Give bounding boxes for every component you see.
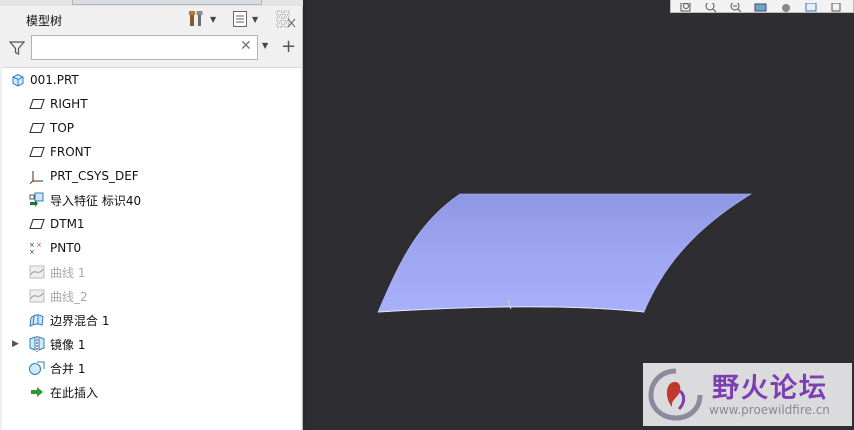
layers-icon[interactable]: [829, 3, 843, 12]
saved-views-icon[interactable]: [804, 3, 818, 12]
datum-plane-icon: [28, 119, 46, 137]
svg-text:×: ×: [36, 241, 42, 249]
curve-icon: [28, 263, 46, 281]
forum-watermark: 野火论坛 www.proewildfire.cn: [643, 363, 852, 426]
tree-item-label: FRONT: [50, 145, 91, 159]
datum-plane-icon: [28, 95, 46, 113]
filter-icon[interactable]: [8, 40, 26, 59]
chevron-down-icon: ▼: [210, 14, 217, 24]
repaint-icon[interactable]: [754, 3, 768, 12]
tree-item[interactable]: FRONT: [2, 140, 301, 164]
datum-point-icon: × × ×: [28, 239, 46, 257]
tree-item-label: 在此插入: [50, 385, 99, 400]
import-feature-icon: [28, 191, 46, 209]
tree-item-label: 001.PRT: [30, 73, 79, 87]
tree-item[interactable]: × × × PNT0: [2, 236, 301, 260]
tree-item[interactable]: 在此插入: [2, 380, 301, 404]
tree-item-label: TOP: [50, 121, 75, 135]
tree-item[interactable]: 001.PRT: [2, 68, 301, 92]
curve-icon: [28, 287, 46, 305]
display-style-icon[interactable]: [779, 3, 793, 12]
tree-item-label: 曲线_2: [50, 289, 88, 304]
tree-item[interactable]: RIGHT: [2, 92, 301, 116]
watermark-url: www.proewildfire.cn: [709, 403, 830, 417]
mirror-icon: [28, 335, 46, 353]
view-toolbar: [670, 0, 854, 13]
tree-item[interactable]: TOP: [2, 116, 301, 140]
tree-filter-grid-button[interactable]: [276, 10, 296, 28]
datum-plane-icon: [28, 143, 46, 161]
tree-item-label: 镜像 1: [50, 337, 86, 352]
tree-columns-icon: [276, 10, 296, 28]
list-document-icon: [233, 11, 247, 27]
forum-logo-icon: [648, 368, 703, 421]
refit-icon[interactable]: [679, 3, 693, 12]
model-tree-header: 模型树 ▼ ▼: [0, 6, 303, 32]
tools-icon: [189, 11, 203, 26]
csys-icon: [28, 167, 46, 185]
tree-item-label: 合并 1: [50, 361, 86, 376]
tree-item[interactable]: 曲线 1: [2, 260, 301, 284]
tree-item[interactable]: DTM1: [2, 212, 301, 236]
tree-item[interactable]: 边界混合 1: [2, 308, 301, 332]
tree-item[interactable]: PRT_CSYS_DEF: [2, 164, 301, 188]
model-tree-panel: 模型树 ▼ ▼ ✕ ▼ + 001.PRT RIGHT TOP FRONT PR…: [0, 0, 303, 430]
tree-item[interactable]: 曲线_2: [2, 284, 301, 308]
datum-plane-icon: [28, 215, 46, 233]
panel-tab-edge[interactable]: [72, 0, 262, 5]
model-tree-title: 模型树: [26, 14, 63, 28]
tree-item-label: 导入特征 标识40: [50, 193, 142, 208]
chevron-down-icon[interactable]: ▼: [262, 41, 268, 50]
chevron-down-icon: ▼: [252, 14, 259, 24]
boundary-blend-surface[interactable]: [377, 193, 753, 313]
clear-search-icon[interactable]: ✕: [240, 38, 252, 54]
expand-arrow-icon[interactable]: ▶: [12, 339, 22, 349]
zoom-out-icon[interactable]: [729, 3, 743, 12]
tree-item-label: RIGHT: [50, 97, 88, 111]
zoom-in-icon[interactable]: [704, 3, 718, 12]
tree-item-label: PNT0: [50, 241, 82, 255]
filter-row: ✕ ▼ +: [0, 34, 303, 62]
svg-text:×: ×: [29, 248, 35, 255]
tree-item[interactable]: ▶ 镜像 1: [2, 332, 301, 356]
show-menu-button[interactable]: ▼: [231, 10, 258, 28]
add-icon[interactable]: +: [281, 36, 296, 57]
model-tree-list: 001.PRT RIGHT TOP FRONT PRT_CSYS_DEF 导入特征 标识4…: [2, 67, 301, 430]
insert-here-icon: [28, 383, 46, 401]
boundary-blend-icon: [28, 311, 46, 329]
part-icon: [9, 71, 27, 89]
tree-item[interactable]: 合并 1: [2, 356, 301, 380]
tree-item[interactable]: 导入特征 标识40: [2, 188, 301, 212]
settings-tools-button[interactable]: ▼: [187, 10, 216, 28]
tree-item-label: PRT_CSYS_DEF: [50, 169, 139, 183]
watermark-title: 野火论坛: [712, 373, 828, 404]
tree-item-label: 曲线 1: [50, 265, 86, 280]
tree-item-label: 边界混合 1: [50, 313, 110, 328]
tree-item-label: DTM1: [50, 217, 85, 231]
tree-search-input[interactable]: [31, 35, 258, 60]
merge-icon: [28, 359, 46, 377]
